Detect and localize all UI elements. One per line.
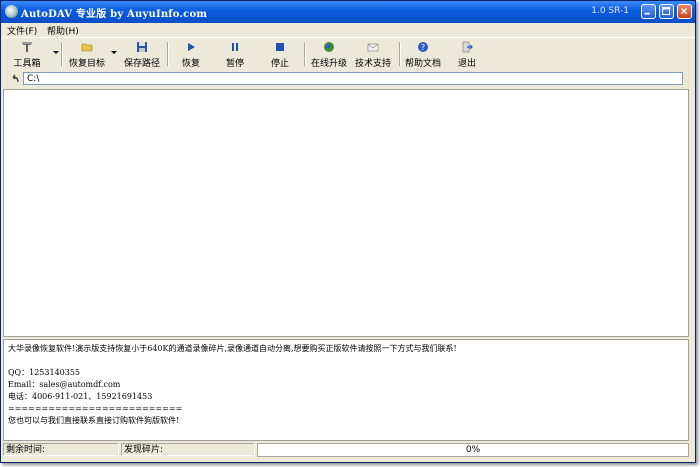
svg-text:?: ? <box>421 43 425 52</box>
envelope-icon <box>367 43 379 52</box>
save-path-label: 保存路径 <box>123 59 160 69</box>
back-arrow-icon[interactable] <box>9 73 21 85</box>
info-line: QQ：1253140355 <box>8 368 81 377</box>
toolbar-separator <box>167 42 169 66</box>
info-line: 您也可以与我们直接联系直接订购软件狗版软件! <box>8 416 180 425</box>
window-title: AutoDAV 专业版 by AuyuInfo.com <box>21 9 208 20</box>
help-doc-button[interactable]: ? 帮助文档 <box>403 38 443 69</box>
close-button[interactable] <box>677 4 692 19</box>
restore-label: 恢复 <box>181 59 200 69</box>
exit-button[interactable]: 退出 <box>451 38 483 69</box>
exit-icon <box>462 41 473 53</box>
minimize-icon <box>644 12 650 15</box>
stop-button[interactable]: 停止 <box>262 38 298 69</box>
info-line: 大华录像恢复软件!演示版支持恢复小于640K的通道录像碎片,录像通道自动分离,想… <box>8 344 457 353</box>
maximize-button[interactable] <box>659 4 674 19</box>
restore-button[interactable]: 恢复 <box>173 38 209 69</box>
stop-icon <box>276 43 284 51</box>
restore-target-label: 恢复目标 <box>68 59 105 69</box>
pause-icon <box>232 43 238 51</box>
toolbar: 工具箱 恢复目标 保存路径 恢复 暂停 停止 在线升级 技术支持 ? 帮助文档 … <box>1 37 695 71</box>
help-icon: ? <box>418 42 428 52</box>
globe-icon <box>324 42 334 52</box>
toolbox-dropdown-icon[interactable] <box>53 51 59 54</box>
title-bar[interactable]: AutoDAV 专业版 by AuyuInfo.com 1.0 SR-1 <box>1 1 695 23</box>
tech-support-button[interactable]: 技术支持 <box>353 38 393 69</box>
menu-file[interactable]: 文件(F) <box>7 24 37 37</box>
app-window: AutoDAV 专业版 by AuyuInfo.com 1.0 SR-1 文件(… <box>0 0 696 463</box>
info-line: ========================== <box>8 404 183 413</box>
toolbox-button[interactable]: 工具箱 <box>5 38 59 69</box>
path-input[interactable] <box>23 72 683 85</box>
save-path-button[interactable]: 保存路径 <box>121 38 163 69</box>
info-line <box>8 355 684 367</box>
toolbar-separator <box>304 42 306 66</box>
toolbox-label: 工具箱 <box>13 59 41 69</box>
stop-label: 停止 <box>270 59 289 69</box>
info-line: 电话：4006-911-021、15921691453 <box>8 392 153 401</box>
menu-bar: 文件(F) 帮助(H) <box>1 23 695 37</box>
maximize-icon <box>662 7 671 16</box>
pause-label: 暂停 <box>225 59 244 69</box>
toolbar-separator <box>399 42 401 66</box>
floppy-disk-icon <box>137 42 147 52</box>
help-doc-label: 帮助文档 <box>404 59 441 69</box>
address-bar <box>1 70 695 88</box>
play-icon <box>188 43 195 51</box>
toolbar-separator <box>61 42 63 66</box>
online-upgrade-button[interactable]: 在线升级 <box>309 38 349 69</box>
file-list-pane[interactable] <box>3 89 689 337</box>
close-icon <box>680 7 688 15</box>
progress-text: 0% <box>465 445 481 455</box>
progress-bar: 0% <box>257 443 689 457</box>
info-line: Email：sales@automdf.com <box>8 380 121 389</box>
remaining-time-label: 剩余时间: <box>3 443 119 456</box>
toolbox-icon <box>22 42 32 52</box>
online-upgrade-label: 在线升级 <box>310 59 347 69</box>
menu-help[interactable]: 帮助(H) <box>47 24 79 37</box>
status-bar: 剩余时间: 发现碎片: 0% <box>1 442 695 458</box>
minimize-button[interactable] <box>641 4 656 19</box>
version-label: 1.0 SR-1 <box>591 6 629 16</box>
restore-target-button[interactable]: 恢复目标 <box>67 38 117 69</box>
exit-label: 退出 <box>457 59 476 69</box>
folder-open-icon <box>81 43 93 52</box>
fragments-found-label: 发现碎片: <box>121 443 255 456</box>
app-icon[interactable] <box>5 5 18 18</box>
info-text-pane[interactable]: 大华录像恢复软件!演示版支持恢复小于640K的通道录像碎片,录像通道自动分离,想… <box>3 339 689 441</box>
pause-button[interactable]: 暂停 <box>217 38 253 69</box>
restore-target-dropdown-icon[interactable] <box>111 51 117 54</box>
tech-support-label: 技术支持 <box>354 59 391 69</box>
